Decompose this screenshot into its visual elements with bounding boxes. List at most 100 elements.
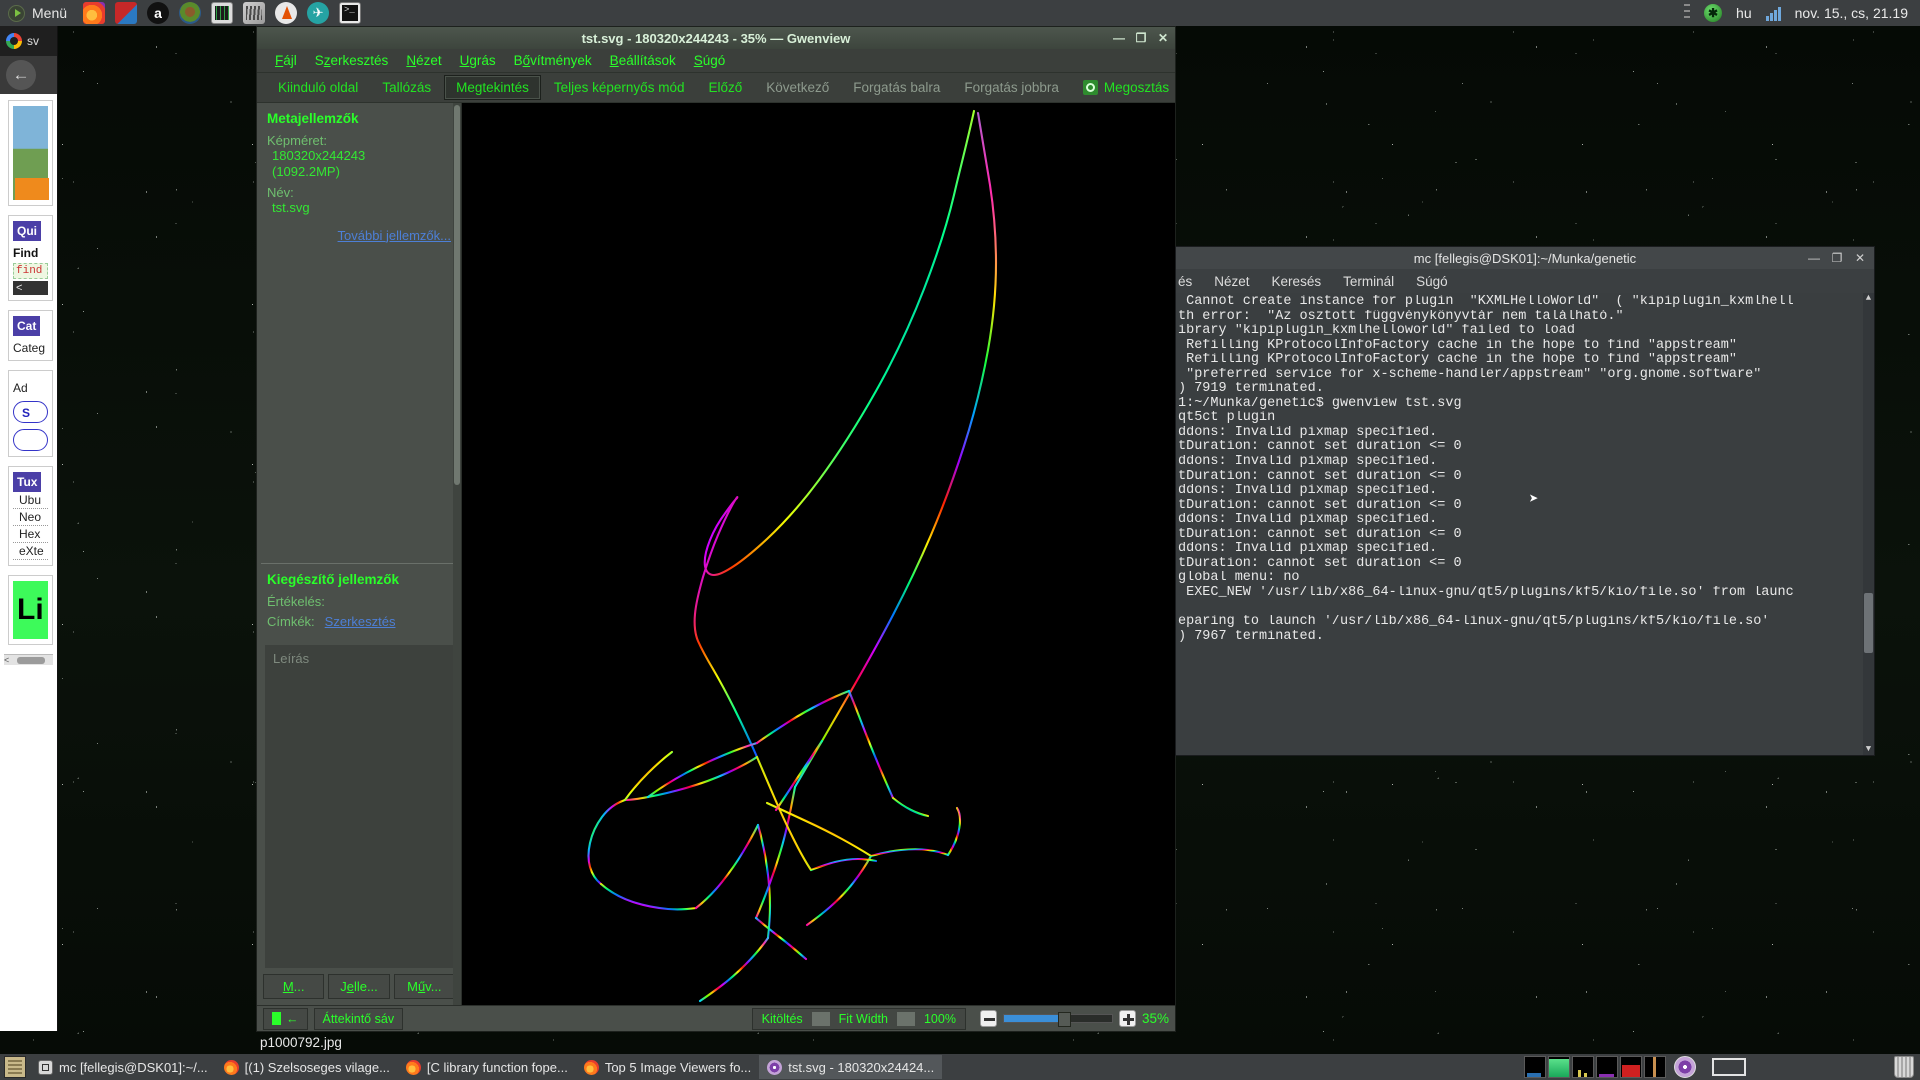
menu-sugo[interactable]: Súgó: [686, 51, 734, 70]
tux-button[interactable]: Tux: [13, 472, 42, 492]
description-field[interactable]: Leírás: [265, 645, 453, 968]
konsole-window[interactable]: mc [fellegis@DSK01]:~/Munka/genetic — ❐ …: [1175, 246, 1875, 756]
menu-kereses[interactable]: Keresés: [1272, 274, 1322, 289]
gwenview-titlebar[interactable]: tst.svg - 180320x244243 - 35% — Gwenview…: [257, 27, 1175, 49]
zoom-in-icon[interactable]: [1118, 1010, 1136, 1027]
menu-nezet[interactable]: Nézet: [398, 51, 449, 70]
audacity-icon[interactable]: [211, 2, 234, 24]
toolbar-megtekintes[interactable]: Megtekintés: [444, 75, 541, 100]
toolbar-teljes-kepernyos-mod[interactable]: Teljes képernyős mód: [543, 76, 696, 99]
bluetooth-icon[interactable]: ✱: [1704, 4, 1723, 22]
firefox-tab-title[interactable]: sv: [27, 34, 39, 48]
ad-oval-2[interactable]: [13, 429, 48, 451]
scroll-down-icon[interactable]: ▼: [1863, 744, 1874, 755]
category-button[interactable]: Cat: [13, 316, 41, 336]
konsole-titlebar[interactable]: mc [fellegis@DSK01]:~/Munka/genetic — ❐ …: [1176, 247, 1874, 269]
taskbar-item-firefox-3[interactable]: Top 5 Image Viewers fo...: [576, 1055, 759, 1079]
fontforge-icon[interactable]: [115, 2, 138, 24]
menu-terminal[interactable]: Terminál: [1343, 274, 1394, 289]
zoom-slider[interactable]: [1002, 1012, 1113, 1027]
list-item[interactable]: eXte: [13, 543, 48, 560]
menu-szerkesztes[interactable]: Szerkesztés: [307, 51, 397, 70]
gwenview-tray-icon[interactable]: [1674, 1056, 1696, 1078]
toolbar-tallozas[interactable]: Tallózás: [371, 76, 442, 99]
taskbar-item-mc[interactable]: mc [fellegis@DSK01]:~/...: [30, 1055, 216, 1079]
toolbar-megosztas[interactable]: Megosztás: [1072, 76, 1180, 99]
terminal-scrollbar[interactable]: ▲ ▼: [1863, 293, 1874, 755]
menu-bovitmenyek[interactable]: Bővítmények: [506, 51, 600, 70]
pager-cell[interactable]: [1524, 1056, 1546, 1078]
pager-cell[interactable]: [1620, 1056, 1642, 1078]
google-favicon: [6, 33, 22, 49]
menu-sugo[interactable]: Súgó: [1416, 274, 1448, 289]
image-view[interactable]: [462, 103, 1175, 1005]
keyboard-icon[interactable]: [243, 2, 266, 24]
tags-label: Címkék:: [267, 614, 315, 630]
ardour-icon[interactable]: a: [147, 2, 170, 24]
toolbar-kiindulo-oldal[interactable]: Kiinduló oldal: [267, 76, 369, 99]
trash-icon[interactable]: [1894, 1056, 1914, 1078]
show-desktop-icon[interactable]: [4, 1056, 26, 1078]
menu-szerkesztes-partial[interactable]: és: [1178, 274, 1192, 289]
close-icon[interactable]: ✕: [1157, 31, 1169, 45]
fit-width-button[interactable]: Fit Width: [830, 1009, 897, 1029]
telegram-icon[interactable]: [307, 2, 330, 24]
scroll-up-icon[interactable]: ▲: [1863, 293, 1874, 304]
network-icon[interactable]: [1765, 5, 1781, 21]
toolbar-elozo[interactable]: Előző: [697, 76, 753, 99]
pager-widget[interactable]: [1524, 1056, 1666, 1078]
menu-nezet[interactable]: Nézet: [1214, 274, 1249, 289]
gimp-icon[interactable]: [179, 2, 202, 24]
sidebar-button-jellemzok[interactable]: Jelle...: [328, 974, 390, 999]
minimize-icon[interactable]: —: [1113, 31, 1125, 45]
terminal-output[interactable]: Cannot create instance for plugin "KXMLH…: [1176, 293, 1874, 755]
taskbar-item-gwenview[interactable]: tst.svg - 180320x24424...: [759, 1055, 943, 1079]
sidebar-scrollbar-thumb[interactable]: [454, 105, 460, 485]
toolbar-kovetkezo[interactable]: Következő: [755, 76, 840, 99]
ad-oval-1[interactable]: S: [13, 401, 48, 423]
taskbar-item-firefox-1[interactable]: [(1) Szelsoseges vilage...: [216, 1055, 398, 1079]
more-metadata-link[interactable]: További jellemzők...: [338, 228, 451, 243]
menu-fajl[interactable]: Fájl: [267, 51, 305, 70]
sidebar-button-muveletek[interactable]: Műv...: [393, 974, 455, 999]
tray-placeholder-icon[interactable]: [1712, 1058, 1746, 1076]
zoom-out-icon[interactable]: [979, 1010, 997, 1027]
list-item[interactable]: Hex: [13, 526, 48, 543]
firefox-window[interactable]: sv ← Qui Find find < Cat Categ Ad S Tux …: [0, 26, 58, 1031]
tags-edit-link[interactable]: Szerkesztés: [325, 614, 396, 629]
toolbar-forgatas-balra[interactable]: Forgatás balra: [842, 76, 951, 99]
pager-cell[interactable]: [1596, 1056, 1618, 1078]
vlc-icon[interactable]: [275, 2, 298, 24]
taskbar-item-firefox-2[interactable]: [C library function fope...: [398, 1055, 576, 1079]
toolbar-forgatas-jobbra[interactable]: Forgatás jobbra: [953, 76, 1070, 99]
pager-cell[interactable]: [1644, 1056, 1666, 1078]
maximize-icon[interactable]: ❐: [1831, 251, 1843, 265]
keyboard-layout-indicator[interactable]: hu: [1736, 5, 1752, 21]
menu-ugras[interactable]: Ugrás: [452, 51, 504, 70]
konsole-icon[interactable]: [339, 2, 362, 24]
horizontal-scrollbar[interactable]: <: [4, 654, 53, 665]
fit-fill-button[interactable]: Kitöltés: [753, 1009, 812, 1029]
sidebar-scrollbar[interactable]: [453, 103, 461, 1005]
application-menu-button[interactable]: Menü: [0, 0, 75, 26]
close-icon[interactable]: ✕: [1854, 251, 1866, 265]
thumbnail-bar-toggle[interactable]: ←: [263, 1007, 308, 1030]
gwenview-window[interactable]: tst.svg - 180320x244243 - 35% — Gwenview…: [256, 26, 1176, 1032]
zoom-100-button[interactable]: 100%: [915, 1009, 965, 1029]
minimize-icon[interactable]: —: [1808, 251, 1820, 265]
terminal-scrollbar-thumb[interactable]: [1864, 593, 1873, 653]
sidebar-button-meta[interactable]: M...: [263, 974, 325, 999]
firefox-icon[interactable]: [83, 2, 106, 24]
maximize-icon[interactable]: ❐: [1135, 31, 1147, 45]
tray-expand-icon[interactable]: [1684, 4, 1691, 22]
list-item[interactable]: Neo: [13, 509, 48, 526]
list-item[interactable]: Ubu: [13, 492, 48, 509]
pager-cell[interactable]: [1548, 1056, 1570, 1078]
quiz-button[interactable]: Qui: [13, 221, 41, 241]
zoom-slider-knob[interactable]: [1057, 1012, 1071, 1027]
clock[interactable]: nov. 15., cs, 21.19: [1795, 5, 1908, 21]
menu-beallitasok[interactable]: Beállítások: [602, 51, 684, 70]
back-arrow-icon[interactable]: ←: [6, 60, 36, 90]
overview-bar-button[interactable]: Áttekintő sáv: [313, 1007, 404, 1030]
pager-cell[interactable]: [1572, 1056, 1594, 1078]
